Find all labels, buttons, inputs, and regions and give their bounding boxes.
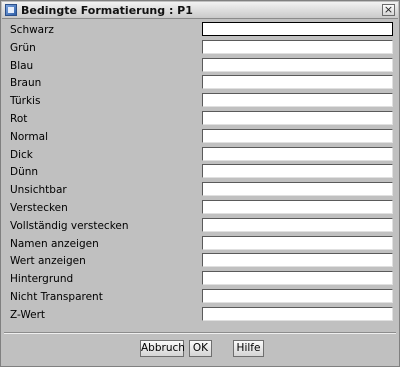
normal-input[interactable] bbox=[202, 128, 393, 143]
rot-input[interactable] bbox=[202, 110, 393, 125]
verstecken-input[interactable] bbox=[202, 199, 393, 214]
field-label: Normal bbox=[10, 130, 48, 143]
tuerkis-input[interactable] bbox=[202, 93, 393, 108]
dick-input[interactable] bbox=[202, 146, 393, 161]
form-row-dick: Dick bbox=[1, 146, 400, 164]
title-bar[interactable]: Bedingte Formatierung : P1 × bbox=[2, 2, 398, 19]
form-row-wert-anzeigen: Wert anzeigen bbox=[1, 252, 400, 270]
form-row-hintergrund: Hintergrund bbox=[1, 270, 400, 288]
namen-anzeigen-input[interactable] bbox=[202, 235, 393, 250]
cancel-button[interactable]: Abbruch bbox=[140, 340, 185, 357]
app-icon bbox=[5, 4, 17, 16]
form-row-unsichtbar: Unsichtbar bbox=[1, 181, 400, 199]
field-label: Z-Wert bbox=[10, 308, 46, 321]
field-label: Wert anzeigen bbox=[10, 255, 86, 268]
field-label: Dünn bbox=[10, 166, 39, 179]
unsichtbar-input[interactable] bbox=[202, 182, 393, 197]
hintergrund-input[interactable] bbox=[202, 271, 393, 286]
form-row-blau: Blau bbox=[1, 57, 400, 75]
schwarz-input[interactable] bbox=[202, 22, 393, 36]
field-label: Hintergrund bbox=[10, 273, 74, 286]
nicht-transparent-input[interactable] bbox=[202, 288, 393, 303]
dialog-window: Bedingte Formatierung : P1 × Schwarz Grü… bbox=[0, 0, 400, 367]
form-row-verstecken: Verstecken bbox=[1, 199, 400, 217]
field-label: Namen anzeigen bbox=[10, 237, 99, 250]
window-title: Bedingte Formatierung : P1 bbox=[21, 4, 193, 17]
form-row-vollstaendig-verstecken: Vollständig verstecken bbox=[1, 217, 400, 235]
field-label: Vollständig verstecken bbox=[10, 219, 129, 232]
vollstaendig-verstecken-input[interactable] bbox=[202, 217, 393, 232]
gruen-input[interactable] bbox=[202, 39, 393, 54]
field-label: Rot bbox=[10, 112, 28, 125]
formatting-form: Schwarz Grün Blau Braun Türkis Rot Norma… bbox=[1, 21, 400, 324]
field-label: Schwarz bbox=[10, 24, 54, 36]
field-label: Türkis bbox=[10, 95, 41, 108]
duenn-input[interactable] bbox=[202, 164, 393, 179]
form-row-gruen: Grün bbox=[1, 39, 400, 57]
field-label: Nicht Transparent bbox=[10, 290, 103, 303]
field-label: Unsichtbar bbox=[10, 184, 67, 197]
form-row-z-wert: Z-Wert bbox=[1, 306, 400, 324]
form-row-braun: Braun bbox=[1, 74, 400, 92]
field-label: Braun bbox=[10, 77, 42, 90]
form-row-rot: Rot bbox=[1, 110, 400, 128]
wert-anzeigen-input[interactable] bbox=[202, 253, 393, 268]
form-row-duenn: Dünn bbox=[1, 163, 400, 181]
help-button[interactable]: Hilfe bbox=[233, 340, 264, 357]
braun-input[interactable] bbox=[202, 75, 393, 90]
form-row-normal: Normal bbox=[1, 128, 400, 146]
form-row-nicht-transparent: Nicht Transparent bbox=[1, 288, 400, 306]
ok-button[interactable]: OK bbox=[189, 340, 212, 357]
close-icon[interactable]: × bbox=[382, 4, 395, 16]
field-label: Dick bbox=[10, 148, 33, 161]
field-label: Grün bbox=[10, 41, 36, 54]
z-wert-input[interactable] bbox=[202, 306, 393, 321]
field-label: Blau bbox=[10, 59, 34, 72]
form-row-schwarz: Schwarz bbox=[1, 21, 400, 39]
blau-input[interactable] bbox=[202, 57, 393, 72]
field-label: Verstecken bbox=[10, 201, 68, 214]
form-row-namen-anzeigen: Namen anzeigen bbox=[1, 235, 400, 253]
form-row-tuerkis: Türkis bbox=[1, 92, 400, 110]
button-bar-divider bbox=[4, 332, 396, 334]
